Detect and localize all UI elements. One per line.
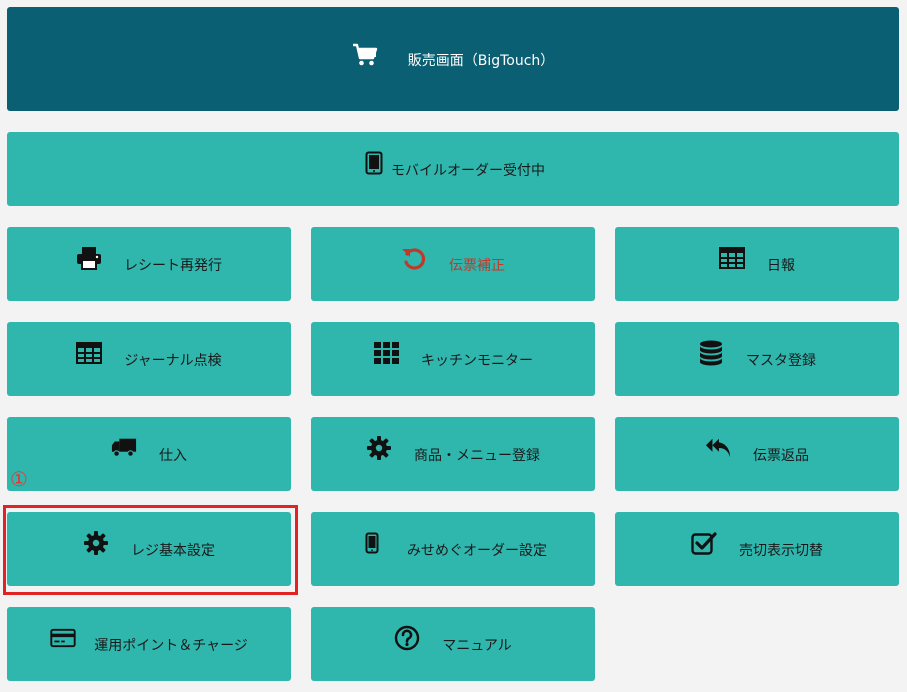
kitchen-monitor-label: キッチンモニター	[421, 353, 533, 369]
manual-button[interactable]: マニュアル	[311, 607, 595, 681]
credit-card-icon	[50, 625, 76, 651]
master-register-label: マスタ登録	[746, 353, 816, 369]
soldout-display-switch-label: 売切表示切替	[739, 543, 823, 559]
gear-icon	[366, 435, 392, 461]
printer-icon	[76, 245, 102, 271]
reply-all-icon	[705, 435, 731, 461]
misemegu-order-settings-button[interactable]: みせめぐオーダー設定	[311, 512, 595, 586]
point-charge-label: 運用ポイント＆チャージ	[94, 638, 248, 654]
misemegu-order-settings-label: みせめぐオーダー設定	[407, 543, 547, 559]
purchase-button[interactable]: 仕入	[7, 417, 291, 491]
journal-check-label: ジャーナル点検	[124, 353, 222, 369]
tablet-icon	[361, 150, 387, 176]
master-register-button[interactable]: マスタ登録	[615, 322, 899, 396]
journal-check-button[interactable]: ジャーナル点検	[7, 322, 291, 396]
purchase-label: 仕入	[159, 448, 187, 464]
highlight-frame	[3, 505, 298, 595]
table-icon	[719, 245, 745, 271]
product-menu-register-button[interactable]: 商品・メニュー登録	[311, 417, 595, 491]
mobile-icon	[359, 530, 385, 556]
sales-screen-button[interactable]: 販売画面（BigTouch）	[7, 7, 899, 111]
undo-icon	[401, 245, 427, 271]
kitchen-monitor-button[interactable]: キッチンモニター	[311, 322, 595, 396]
mobile-order-label: モバイルオーダー受付中	[391, 163, 545, 179]
table-icon	[76, 340, 103, 366]
grid-icon	[373, 340, 399, 366]
point-charge-button[interactable]: 運用ポイント＆チャージ	[7, 607, 291, 681]
manual-label: マニュアル	[442, 638, 512, 654]
daily-report-button[interactable]: 日報	[615, 227, 899, 301]
slip-return-button[interactable]: 伝票返品	[615, 417, 899, 491]
truck-icon	[111, 435, 137, 461]
receipt-reissue-label: レシート再発行	[124, 258, 222, 274]
database-icon	[698, 340, 724, 366]
slip-correction-label: 伝票補正	[449, 258, 505, 274]
question-circle-icon	[394, 625, 420, 651]
daily-report-label: 日報	[767, 258, 795, 274]
cart-icon	[352, 42, 378, 68]
checkbox-icon	[691, 530, 717, 556]
slip-correction-button[interactable]: 伝票補正	[311, 227, 595, 301]
product-menu-register-label: 商品・メニュー登録	[414, 448, 540, 464]
annotation-marker: ①	[10, 467, 28, 491]
slip-return-label: 伝票返品	[753, 448, 809, 464]
soldout-display-switch-button[interactable]: 売切表示切替	[615, 512, 899, 586]
receipt-reissue-button[interactable]: レシート再発行	[7, 227, 291, 301]
sales-screen-label: 販売画面（BigTouch）	[407, 53, 555, 69]
mobile-order-button[interactable]: モバイルオーダー受付中	[7, 132, 899, 206]
